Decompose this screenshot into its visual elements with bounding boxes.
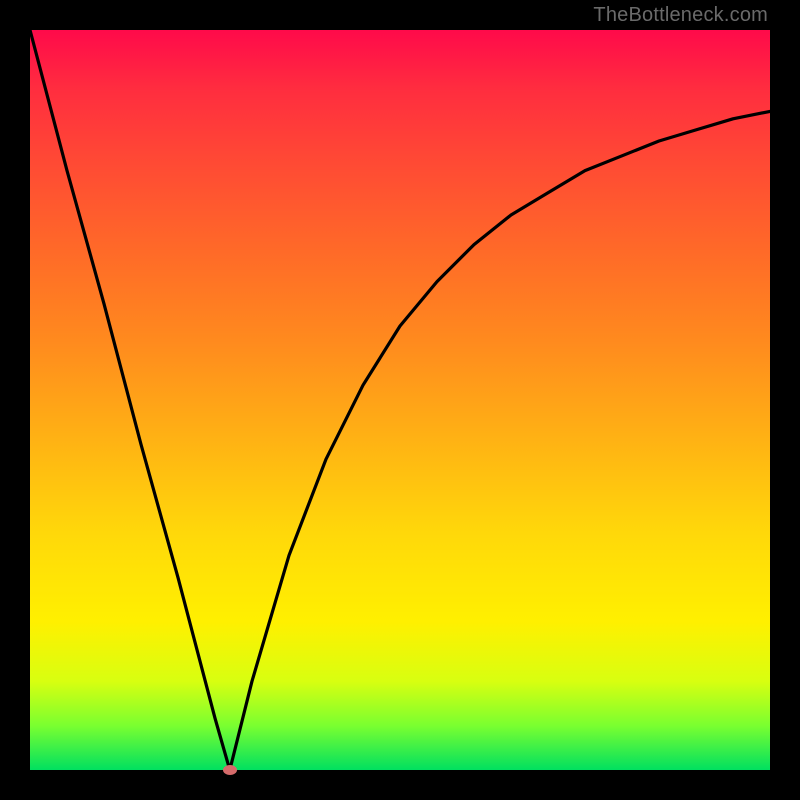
chart-frame: TheBottleneck.com xyxy=(0,0,800,800)
curve-layer xyxy=(30,30,770,770)
watermark-text: TheBottleneck.com xyxy=(593,4,768,27)
min-point-marker xyxy=(223,765,237,775)
plot-area xyxy=(30,30,770,770)
bottleneck-curve xyxy=(30,30,770,770)
